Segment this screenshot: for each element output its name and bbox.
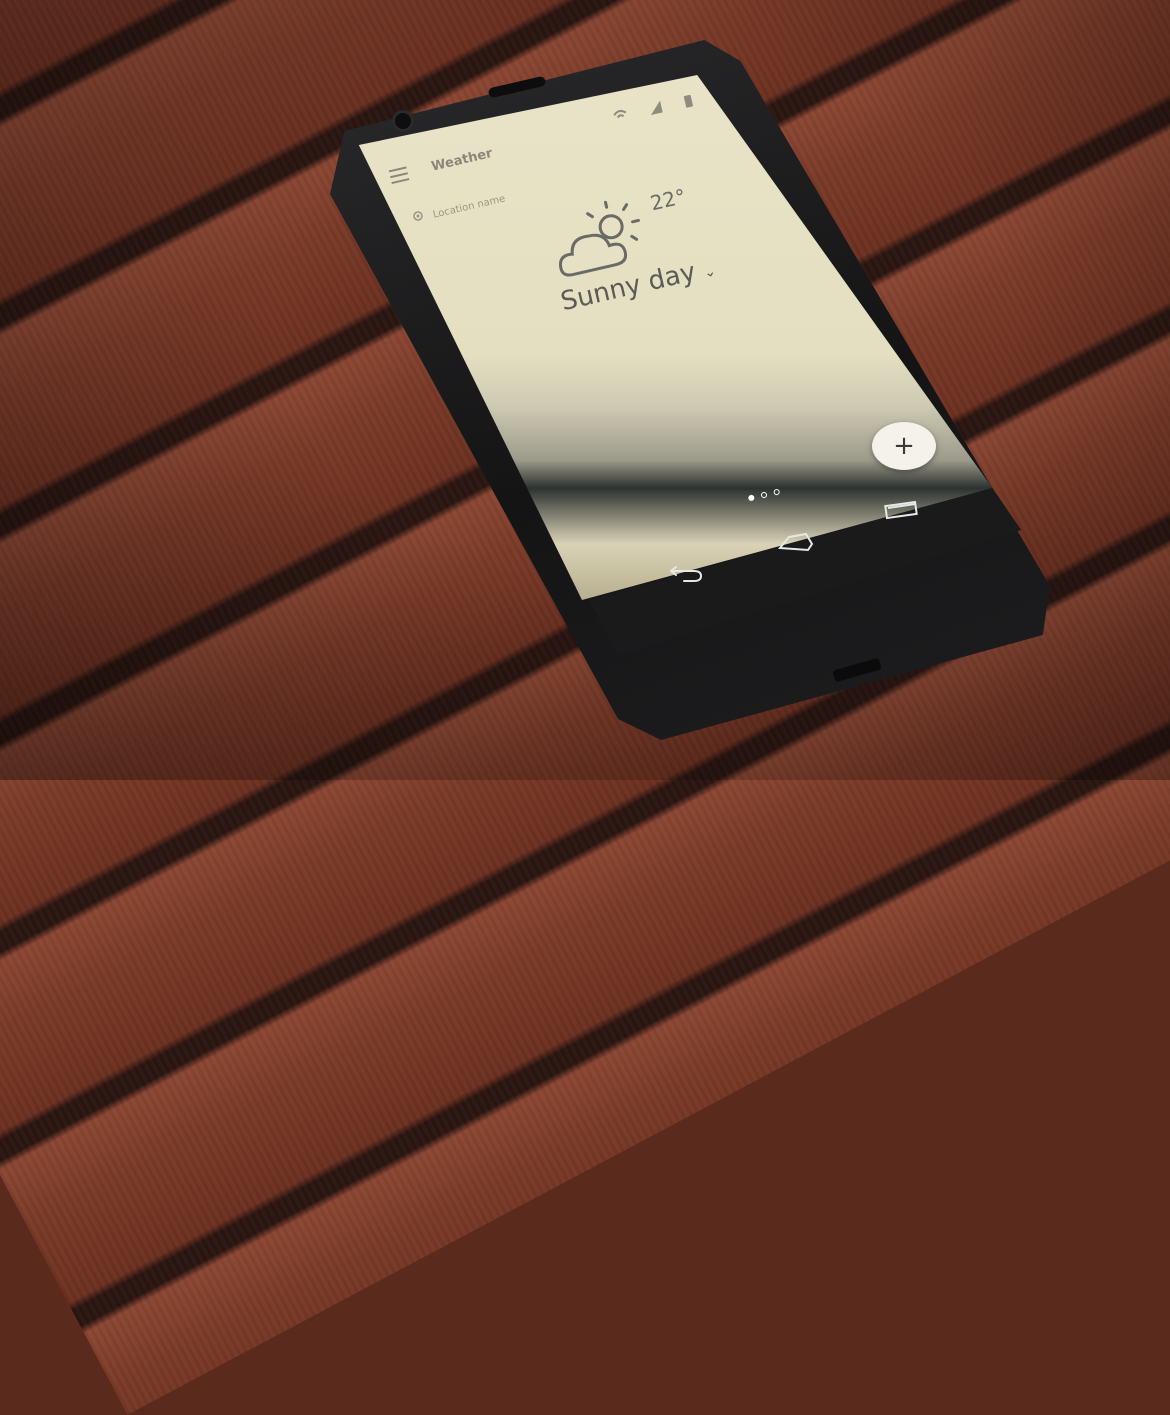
front-camera	[392, 110, 414, 132]
recents-icon[interactable]	[882, 498, 922, 520]
location-pin-icon	[413, 211, 423, 221]
back-icon[interactable]	[664, 562, 704, 584]
add-button[interactable]: +	[872, 422, 936, 470]
plus-icon: +	[893, 431, 915, 461]
smartphone: Weather Location name 22° Sunny day ⌄ +	[330, 40, 1050, 740]
home-icon[interactable]	[776, 532, 816, 554]
